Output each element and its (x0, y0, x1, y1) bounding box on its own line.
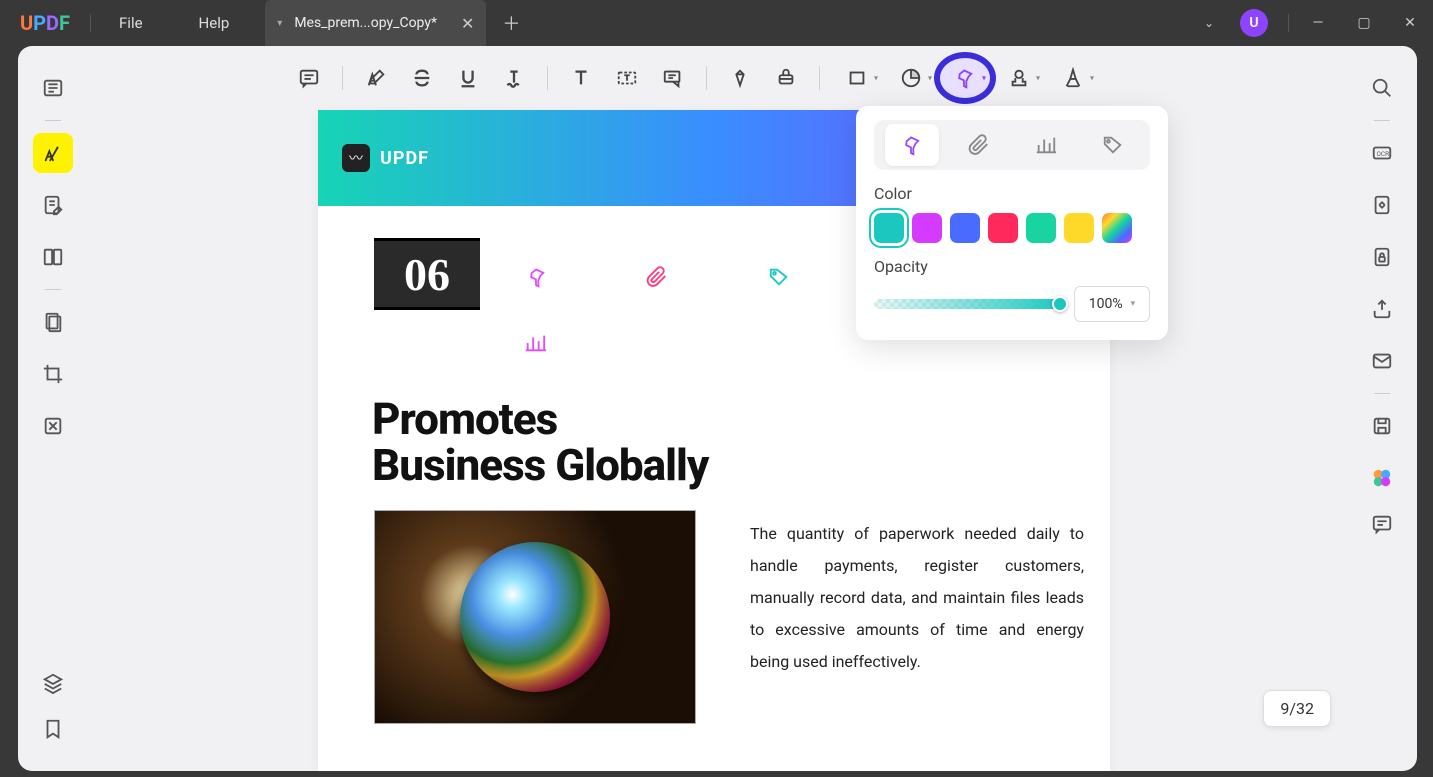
swatch-red[interactable] (988, 213, 1018, 243)
redact-tool-icon[interactable] (33, 406, 73, 446)
menu-file[interactable]: File (91, 14, 171, 32)
popover-tabs (874, 120, 1150, 170)
textbox-tool[interactable] (606, 58, 648, 98)
color-label: Color (874, 184, 1150, 203)
convert-icon[interactable] (1362, 185, 1402, 225)
tab-name: Mes_prem...opy_Copy* (294, 15, 437, 31)
pin-options-popover: Color Opacity 100%▾ (856, 106, 1168, 340)
tab-chevron-icon: ▾ (277, 18, 282, 29)
banner-brand: UPDF (380, 148, 429, 169)
app-logo: UPDF (0, 11, 90, 35)
new-tab-button[interactable]: ＋ (502, 10, 520, 36)
workspace: OCR ▾ ▾ ▾ ▾ ▾ 〰 UPDF (18, 46, 1417, 771)
svg-text:OCR: OCR (1377, 150, 1390, 158)
doc-graph-icon[interactable] (524, 332, 546, 354)
save-icon[interactable] (1362, 406, 1402, 446)
menu-help[interactable]: Help (171, 14, 258, 32)
bookmark-icon[interactable] (33, 709, 73, 749)
search-icon[interactable] (1362, 68, 1402, 108)
title-bar: UPDF File Help ▾ Mes_prem...opy_Copy* ✕ … (0, 0, 1433, 46)
popover-tab-attachment[interactable] (952, 124, 1006, 166)
popover-tab-graph[interactable] (1019, 124, 1073, 166)
stamp-tool[interactable]: ▾ (994, 58, 1044, 98)
popover-tab-tag[interactable] (1086, 124, 1140, 166)
edit-tool-icon[interactable] (33, 185, 73, 225)
swatch-yellow[interactable] (1064, 213, 1094, 243)
popover-tab-pin[interactable] (885, 124, 939, 166)
organize-pages-icon[interactable] (33, 237, 73, 277)
reader-mode-icon[interactable] (33, 68, 73, 108)
page-indicator[interactable]: 9/32 (1263, 690, 1331, 727)
banner-logo-icon: 〰 (342, 144, 370, 172)
page-headline: Promotes Business Globally (372, 396, 708, 488)
pin-tool[interactable]: ▾ (940, 58, 990, 98)
document-tab[interactable]: ▾ Mes_prem...opy_Copy* ✕ (265, 0, 486, 46)
highlight-tool[interactable] (355, 58, 397, 98)
doc-pin-icon[interactable] (526, 266, 548, 288)
right-sidebar: OCR (1347, 46, 1417, 771)
page-body-text: The quantity of paperwork needed daily t… (750, 518, 1084, 678)
sticker-tool[interactable]: ▾ (886, 58, 936, 98)
crop-tool-icon[interactable] (33, 354, 73, 394)
swatch-rainbow[interactable] (1102, 213, 1132, 243)
tab-close-icon[interactable]: ✕ (461, 14, 474, 33)
email-icon[interactable] (1362, 341, 1402, 381)
comment-tool-icon[interactable] (33, 133, 73, 173)
avatar[interactable]: U (1240, 9, 1268, 37)
doc-tag-icon[interactable] (768, 266, 790, 288)
underline-tool[interactable] (447, 58, 489, 98)
share-icon[interactable] (1362, 289, 1402, 329)
layers-icon[interactable] (33, 663, 73, 703)
ocr-icon[interactable]: OCR (1362, 133, 1402, 173)
swatch-blue[interactable] (950, 213, 980, 243)
opacity-slider[interactable] (874, 299, 1066, 309)
color-swatches (874, 213, 1150, 243)
opacity-value-dropdown[interactable]: 100%▾ (1074, 286, 1150, 322)
eraser-tool[interactable] (765, 58, 807, 98)
doc-attachment-icon[interactable] (646, 266, 668, 288)
swatch-magenta[interactable] (912, 213, 942, 243)
rectangle-tool[interactable]: ▾ (832, 58, 882, 98)
squiggly-tool[interactable] (493, 58, 535, 98)
callout-tool[interactable] (652, 58, 694, 98)
swatch-green[interactable] (1026, 213, 1056, 243)
strikethrough-tool[interactable] (401, 58, 443, 98)
protect-icon[interactable] (1362, 237, 1402, 277)
left-sidebar (18, 46, 88, 771)
page-image (374, 510, 696, 724)
note-tool[interactable] (288, 58, 330, 98)
text-tool[interactable] (560, 58, 602, 98)
pencil-tool[interactable] (719, 58, 761, 98)
signature-tool[interactable]: ▾ (1048, 58, 1098, 98)
maximize-button[interactable]: ▢ (1341, 0, 1387, 46)
page-number-box: 06 (374, 238, 480, 310)
opacity-label: Opacity (874, 257, 1150, 276)
comments-panel-icon[interactable] (1362, 504, 1402, 544)
titlebar-dropdown-icon[interactable]: ⌄ (1192, 16, 1226, 30)
swatch-teal[interactable] (874, 213, 904, 243)
close-window-button[interactable]: ✕ (1387, 0, 1433, 46)
page-tools-icon[interactable] (33, 302, 73, 342)
annotation-toolbar: ▾ ▾ ▾ ▾ ▾ (288, 56, 1127, 100)
ai-assistant-icon[interactable] (1362, 458, 1402, 498)
minimize-button[interactable]: — (1295, 0, 1341, 46)
